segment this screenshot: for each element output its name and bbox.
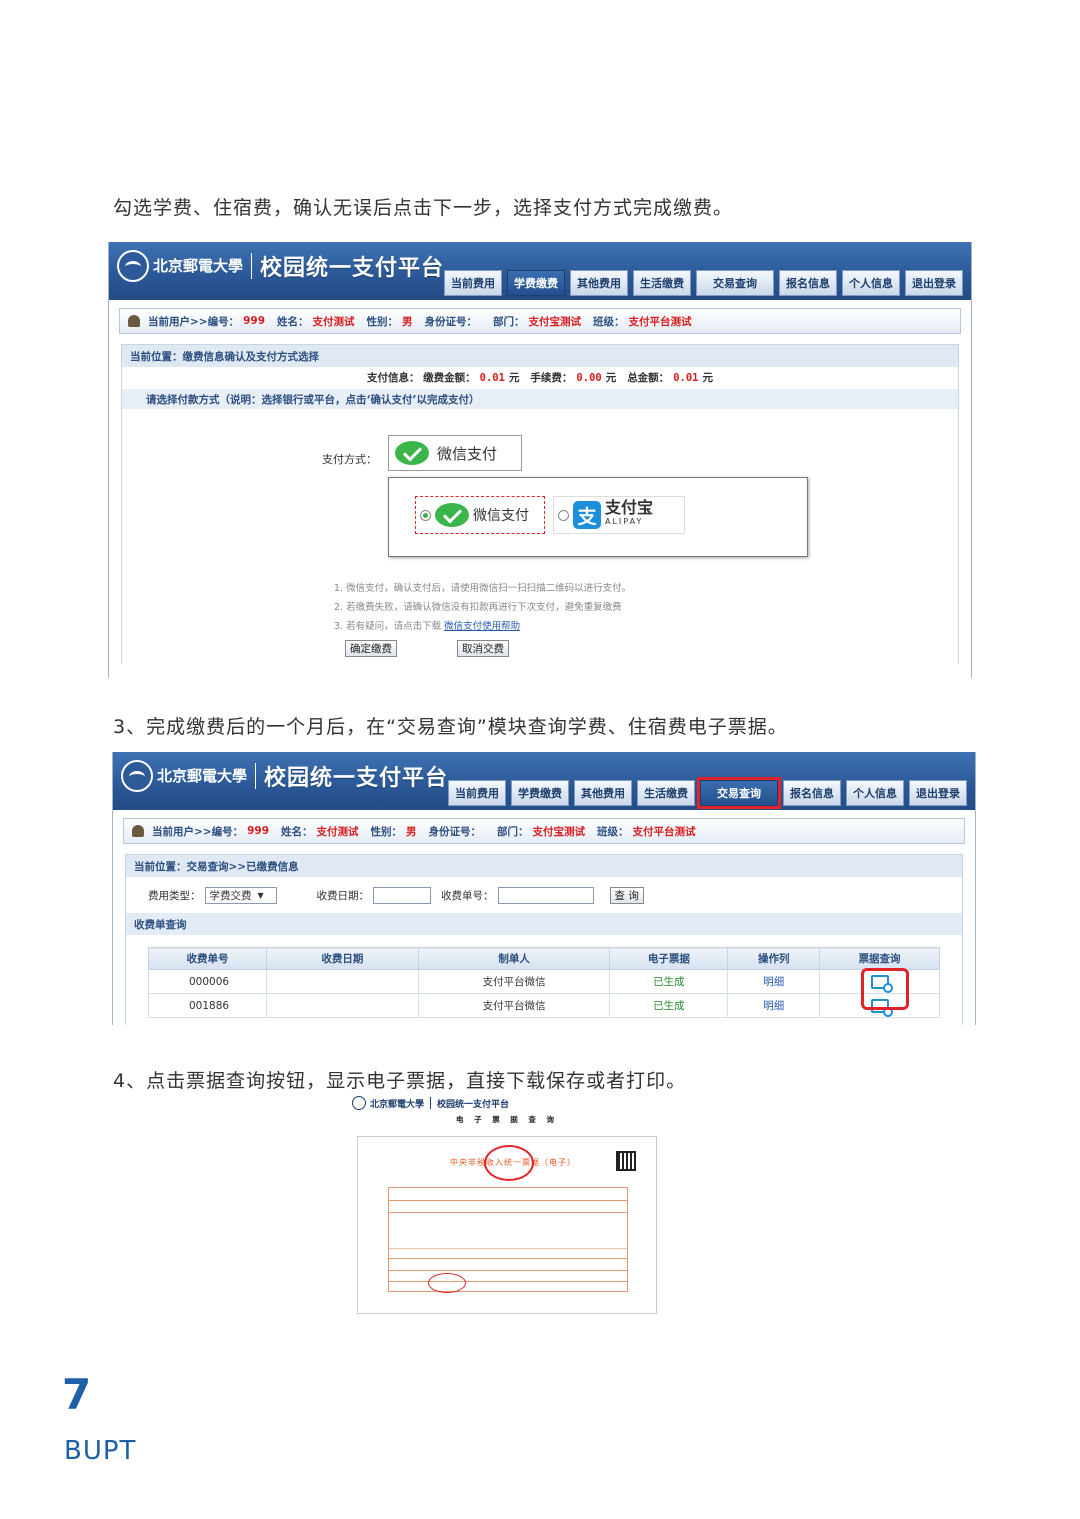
platform-title: 校园统一支付平台 [264,766,449,791]
col-receipt: 电子票据 [609,947,729,970]
nav-current-fees[interactable]: 当前费用 [444,270,502,296]
nav-personal-info[interactable]: 个人信息 [846,780,904,806]
platform-title: 校园统一支付平台 [260,256,445,281]
receipt-paper: 中央非税收入统一票据（电子） [357,1136,657,1314]
detail-link[interactable]: 明细 [727,993,821,1018]
step-2-text: 勾选学费、住宿费，确认无误后点击下一步，选择支付方式完成缴费。 [113,197,734,219]
nav-tuition[interactable]: 学费缴费 [511,780,569,806]
payment-mode-label: 支付方式： [322,453,377,466]
receipt-title: 电 子 票 据 查 询 [455,1115,559,1124]
payment-actions: 确定缴费 取消交费 [345,640,509,657]
col-date: 收费日期 [265,947,419,970]
search-button[interactable]: 查 询 [609,886,644,904]
payment-screenshot: 北京郵電大學 校园统一支付平台 当前费用 学费缴费 其他费用 生活缴费 交易查询… [108,242,972,678]
query-filters: 费用类型： 学费交费 ▼ 收费日期： 收费单号： 查 询 [126,877,962,913]
e-receipt-screenshot: 北京郵電大學 校园统一支付平台 电 子 票 据 查 询 打印 下载 中央非税收入… [352,1096,662,1318]
nav-current-fees[interactable]: 当前费用 [448,780,506,806]
alipay-option[interactable]: 支 支付宝 ALIPAY [553,496,685,534]
col-receipt-query: 票据查询 [819,947,940,970]
user-icon [132,825,144,837]
official-seal-icon [484,1145,534,1181]
col-operation: 操作列 [727,947,821,970]
nav-registration[interactable]: 报名信息 [779,270,837,296]
table-row: 001886 支付平台微信 已生成 明细 [148,993,940,1018]
school-emblem-icon [121,760,153,792]
fee-type-select[interactable]: 学费交费 ▼ [204,886,277,904]
header-banner: 北京郵電大學 校园统一支付平台 当前费用 学费缴费 其他费用 生活缴费 交易查询… [109,242,971,300]
main-nav: 当前费用 学费缴费 其他费用 生活缴费 交易查询 报名信息 个人信息 退出登录 [448,777,967,809]
receipt-grid [388,1187,628,1292]
wechat-icon [395,441,429,465]
payment-instruction: 请选择付款方式（说明：选择银行或平台，点击‘确认支付’以完成支付） [122,389,958,409]
col-maker: 制单人 [417,947,611,970]
wechat-radio[interactable] [420,509,431,521]
receipt-header: 北京郵電大學 校园统一支付平台 [352,1096,662,1110]
wechat-icon [435,503,469,527]
cancel-payment-button[interactable]: 取消交费 [457,640,509,657]
school-emblem-icon [352,1096,366,1110]
wechat-help-link[interactable]: 微信支付使用帮助 [444,621,520,632]
main-nav: 当前费用 学费缴费 其他费用 生活缴费 交易查询 报名信息 个人信息 退出登录 [444,270,963,296]
nav-life-payment[interactable]: 生活缴费 [637,780,695,806]
school-name: 北京郵電大學 [157,767,248,785]
chevron-down-icon: ▼ [257,890,264,900]
col-number: 收费单号 [148,947,267,970]
payment-summary: 支付信息： 缴费金额： 0.01 元 手续费： 0.00 元 总金额： 0.01 元 [367,372,713,384]
nav-transaction-query[interactable]: 交易查询 [697,777,781,809]
school-emblem-icon [117,250,149,282]
header-banner: 北京郵電大學 校园统一支付平台 当前费用 学费缴费 其他费用 生活缴费 交易查询… [113,752,975,810]
query-panel: 当前位置：交易查询>>已缴费信息 费用类型： 学费交费 ▼ 收费日期： 收费单号：… [125,854,963,1025]
query-screenshot: 北京郵電大學 校园统一支付平台 当前费用 学费缴费 其他费用 生活缴费 交易查询… [112,752,976,1025]
nav-life-payment[interactable]: 生活缴费 [633,270,691,296]
selected-wechat-pay[interactable]: 微信支付 [388,435,522,471]
nav-tuition[interactable]: 学费缴费 [507,270,565,296]
qr-code-icon [616,1151,636,1171]
step-4-text: 4、点击票据查询按钮，显示电子票据，直接下载保存或者打印。 [113,1070,687,1092]
confirm-payment-button[interactable]: 确定缴费 [345,640,397,657]
school-logo: 北京郵電大學 校园统一支付平台 [117,250,444,282]
user-info-bar: 当前用户>>编号： 999 姓名： 支付测试 性别：男 身份证号： 部门： 支付宝测试… [119,308,961,334]
user-icon [128,315,140,327]
step-3-text: 3、完成缴费后的一个月后，在“交易查询”模块查询学费、住宿费电子票据。 [113,716,788,738]
nav-personal-info[interactable]: 个人信息 [842,270,900,296]
nav-logout[interactable]: 退出登录 [909,780,967,806]
alipay-radio[interactable] [558,509,569,521]
date-input[interactable] [373,886,431,904]
school-logo: 北京郵電大學 校园统一支付平台 [121,760,448,792]
brand-logo: BUPT [64,1436,137,1466]
detail-link[interactable]: 明细 [727,969,821,994]
school-name: 北京郵電大學 [153,257,244,275]
user-info-bar: 当前用户>>编号： 999 姓名： 支付测试 性别：男 身份证号： 部门： 支付宝测试… [123,818,965,844]
page-number: 7 [62,1370,92,1419]
table-row: 000006 支付平台微信 已生成 明细 [148,969,940,994]
number-input[interactable] [497,886,594,904]
payment-options: 微信支付 支 支付宝 ALIPAY [388,477,808,557]
breadcrumb: 当前位置：交易查询>>已缴费信息 [126,855,962,877]
payment-notes: 1. 微信支付，确认支付后，请使用微信扫一扫扫描二维码以进行支付。 2. 若缴费… [334,583,632,632]
nav-other-fees[interactable]: 其他费用 [570,270,628,296]
alipay-icon: 支 [573,501,601,529]
nav-registration[interactable]: 报名信息 [783,780,841,806]
receipt-table: 收费单号 收费日期 制单人 电子票据 操作列 票据查询 000006 支付平台微… [148,947,940,1018]
section-title: 收费单查询 [126,913,962,935]
payment-mode-area: 支付方式： 微信支付 微信支付 支 支付宝 ALIPAY 1. 微信支付，确认支… [122,409,958,639]
nav-other-fees[interactable]: 其他费用 [574,780,632,806]
finance-seal-icon [428,1273,466,1293]
payment-panel: 当前位置：缴费信息确认及支付方式选择 支付信息： 缴费金额： 0.01 元 手续费：… [121,344,959,664]
nav-logout[interactable]: 退出登录 [905,270,963,296]
nav-transaction-query[interactable]: 交易查询 [696,270,774,296]
breadcrumb: 当前位置：缴费信息确认及支付方式选择 [122,345,958,367]
wechat-option[interactable]: 微信支付 [415,496,545,534]
receipt-query-highlight [861,968,909,1010]
